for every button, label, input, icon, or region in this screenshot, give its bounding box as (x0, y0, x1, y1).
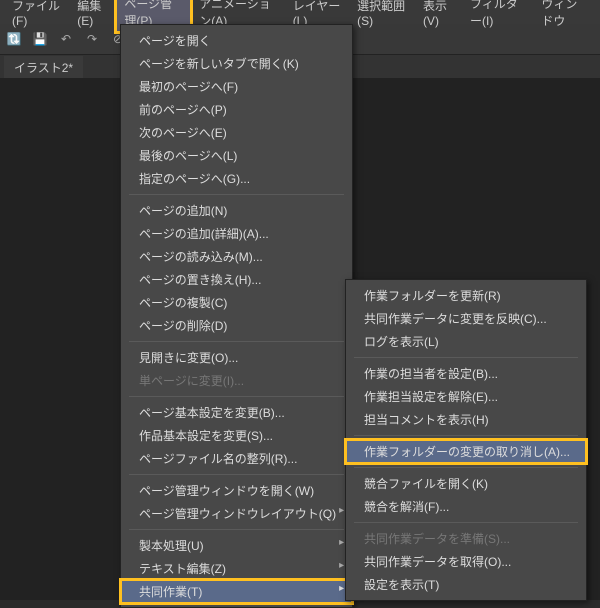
page-management-menu: ページを開く ページを新しいタブで開く(K) 最初のページへ(F) 前のページへ… (120, 24, 353, 608)
sync-icon[interactable]: 🔃 (4, 29, 24, 49)
menu-filter[interactable]: フィルター(I) (462, 0, 533, 32)
menu-view[interactable]: 表示(V) (415, 0, 462, 31)
replace-page[interactable]: ページの置き換え(H)... (121, 268, 352, 291)
separator (354, 522, 578, 523)
text-edit[interactable]: テキスト編集(Z) (121, 557, 352, 580)
update-work-folder[interactable]: 作業フォルダーを更新(R) (346, 284, 586, 307)
separator (354, 357, 578, 358)
duplicate-page[interactable]: ページの複製(C) (121, 291, 352, 314)
separator (354, 435, 578, 436)
revert-work-folder-changes[interactable]: 作業フォルダーの変更の取り消し(A)... (346, 440, 586, 463)
prev-page[interactable]: 前のページへ(P) (121, 98, 352, 121)
delete-page[interactable]: ページの削除(D) (121, 314, 352, 337)
redo-icon[interactable]: ↷ (82, 29, 102, 49)
open-page-mgr[interactable]: ページ管理ウィンドウを開く(W) (121, 479, 352, 502)
add-page-detail[interactable]: ページの追加(詳細)(A)... (121, 222, 352, 245)
goto-page[interactable]: 指定のページへ(G)... (121, 167, 352, 190)
resolve-conflict[interactable]: 競合を解消(F)... (346, 495, 586, 518)
import-page[interactable]: ページの読み込み(M)... (121, 245, 352, 268)
separator (129, 474, 344, 475)
page-mgr-layout[interactable]: ページ管理ウィンドウレイアウト(Q) (121, 502, 352, 525)
set-assignee[interactable]: 作業の担当者を設定(B)... (346, 362, 586, 385)
menu-file[interactable]: ファイル(F) (4, 0, 69, 31)
collaboration-menu: 作業フォルダーを更新(R) 共同作業データに変更を反映(C)... ログを表示(… (345, 279, 587, 601)
separator (129, 396, 344, 397)
unset-assignee[interactable]: 作業担当設定を解除(E)... (346, 385, 586, 408)
sort-filenames[interactable]: ページファイル名の整列(R)... (121, 447, 352, 470)
show-settings[interactable]: 設定を表示(T) (346, 573, 586, 596)
add-page[interactable]: ページの追加(N) (121, 199, 352, 222)
prepare-collab-data: 共同作業データを準備(S)... (346, 527, 586, 550)
menubar: ファイル(F) 編集(E) ページ管理(P) アニメーション(A) レイヤー(L… (0, 0, 600, 24)
separator (129, 529, 344, 530)
show-log[interactable]: ログを表示(L) (346, 330, 586, 353)
menu-selection[interactable]: 選択範囲(S) (349, 0, 415, 31)
last-page[interactable]: 最後のページへ(L) (121, 144, 352, 167)
menu-window[interactable]: ウィンドウ (533, 0, 596, 32)
open-page-new-tab[interactable]: ページを新しいタブで開く(K) (121, 52, 352, 75)
change-page-settings[interactable]: ページ基本設定を変更(B)... (121, 401, 352, 424)
document-tab[interactable]: イラスト2* (4, 56, 83, 79)
reflect-changes[interactable]: 共同作業データに変更を反映(C)... (346, 307, 586, 330)
separator (129, 194, 344, 195)
change-work-settings[interactable]: 作品基本設定を変更(S)... (121, 424, 352, 447)
next-page[interactable]: 次のページへ(E) (121, 121, 352, 144)
change-single: 単ページに変更(I)... (121, 369, 352, 392)
save-icon[interactable]: 💾 (30, 29, 50, 49)
show-comments[interactable]: 担当コメントを表示(H) (346, 408, 586, 431)
separator (354, 467, 578, 468)
menu-edit[interactable]: 編集(E) (69, 0, 116, 31)
first-page[interactable]: 最初のページへ(F) (121, 75, 352, 98)
open-conflict-file[interactable]: 競合ファイルを開く(K) (346, 472, 586, 495)
binding-process[interactable]: 製本処理(U) (121, 534, 352, 557)
open-page[interactable]: ページを開く (121, 29, 352, 52)
change-spread[interactable]: 見開きに変更(O)... (121, 346, 352, 369)
undo-icon[interactable]: ↶ (56, 29, 76, 49)
get-collab-data[interactable]: 共同作業データを取得(O)... (346, 550, 586, 573)
separator (129, 341, 344, 342)
